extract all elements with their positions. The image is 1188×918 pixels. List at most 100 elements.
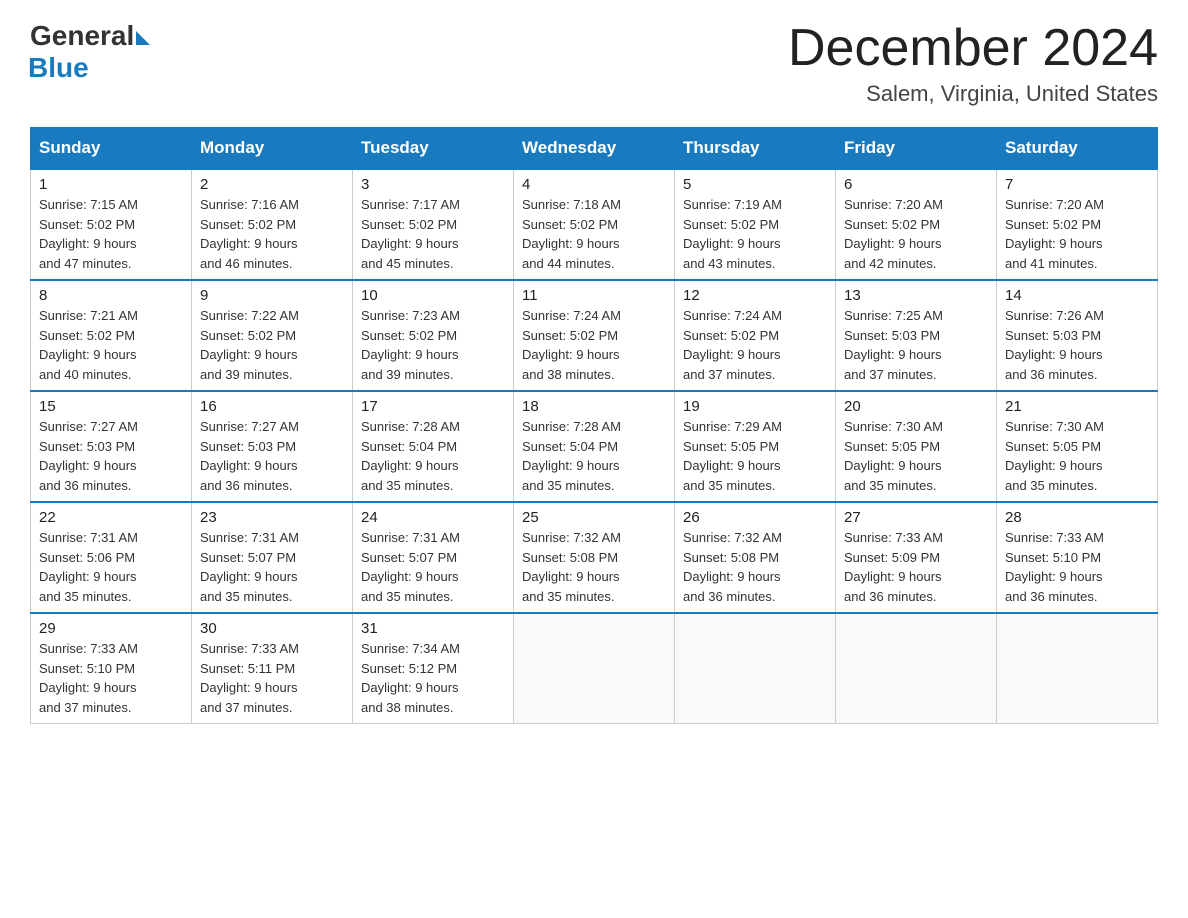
calendar-cell: 31 Sunrise: 7:34 AM Sunset: 5:12 PM Dayl… [353, 613, 514, 724]
day-number: 17 [361, 398, 505, 415]
day-info: Sunrise: 7:25 AM Sunset: 5:03 PM Dayligh… [844, 306, 988, 384]
day-number: 31 [361, 620, 505, 637]
calendar-cell: 23 Sunrise: 7:31 AM Sunset: 5:07 PM Dayl… [192, 502, 353, 613]
day-info: Sunrise: 7:34 AM Sunset: 5:12 PM Dayligh… [361, 639, 505, 717]
title-block: December 2024 Salem, Virginia, United St… [788, 20, 1158, 107]
day-number: 25 [522, 509, 666, 526]
day-info: Sunrise: 7:33 AM Sunset: 5:10 PM Dayligh… [39, 639, 183, 717]
day-number: 15 [39, 398, 183, 415]
day-info: Sunrise: 7:19 AM Sunset: 5:02 PM Dayligh… [683, 195, 827, 273]
calendar-cell: 10 Sunrise: 7:23 AM Sunset: 5:02 PM Dayl… [353, 280, 514, 391]
day-info: Sunrise: 7:20 AM Sunset: 5:02 PM Dayligh… [844, 195, 988, 273]
day-number: 2 [200, 176, 344, 193]
day-number: 23 [200, 509, 344, 526]
calendar-cell: 14 Sunrise: 7:26 AM Sunset: 5:03 PM Dayl… [997, 280, 1158, 391]
header-sunday: Sunday [31, 128, 192, 170]
day-info: Sunrise: 7:21 AM Sunset: 5:02 PM Dayligh… [39, 306, 183, 384]
day-info: Sunrise: 7:20 AM Sunset: 5:02 PM Dayligh… [1005, 195, 1149, 273]
calendar-cell: 24 Sunrise: 7:31 AM Sunset: 5:07 PM Dayl… [353, 502, 514, 613]
calendar-cell: 1 Sunrise: 7:15 AM Sunset: 5:02 PM Dayli… [31, 169, 192, 280]
calendar-week-row: 1 Sunrise: 7:15 AM Sunset: 5:02 PM Dayli… [31, 169, 1158, 280]
day-info: Sunrise: 7:28 AM Sunset: 5:04 PM Dayligh… [361, 417, 505, 495]
day-info: Sunrise: 7:16 AM Sunset: 5:02 PM Dayligh… [200, 195, 344, 273]
day-info: Sunrise: 7:33 AM Sunset: 5:11 PM Dayligh… [200, 639, 344, 717]
day-info: Sunrise: 7:30 AM Sunset: 5:05 PM Dayligh… [1005, 417, 1149, 495]
day-info: Sunrise: 7:26 AM Sunset: 5:03 PM Dayligh… [1005, 306, 1149, 384]
calendar-header-row: SundayMondayTuesdayWednesdayThursdayFrid… [31, 128, 1158, 170]
calendar-cell [514, 613, 675, 724]
day-number: 26 [683, 509, 827, 526]
calendar-cell: 13 Sunrise: 7:25 AM Sunset: 5:03 PM Dayl… [836, 280, 997, 391]
calendar-week-row: 8 Sunrise: 7:21 AM Sunset: 5:02 PM Dayli… [31, 280, 1158, 391]
header-friday: Friday [836, 128, 997, 170]
day-number: 28 [1005, 509, 1149, 526]
calendar-cell: 26 Sunrise: 7:32 AM Sunset: 5:08 PM Dayl… [675, 502, 836, 613]
header-tuesday: Tuesday [353, 128, 514, 170]
day-info: Sunrise: 7:29 AM Sunset: 5:05 PM Dayligh… [683, 417, 827, 495]
day-info: Sunrise: 7:32 AM Sunset: 5:08 PM Dayligh… [522, 528, 666, 606]
calendar-cell: 15 Sunrise: 7:27 AM Sunset: 5:03 PM Dayl… [31, 391, 192, 502]
day-number: 5 [683, 176, 827, 193]
logo-blue-text: Blue [28, 52, 89, 84]
day-info: Sunrise: 7:33 AM Sunset: 5:10 PM Dayligh… [1005, 528, 1149, 606]
day-info: Sunrise: 7:31 AM Sunset: 5:06 PM Dayligh… [39, 528, 183, 606]
day-info: Sunrise: 7:27 AM Sunset: 5:03 PM Dayligh… [200, 417, 344, 495]
day-number: 29 [39, 620, 183, 637]
calendar-cell: 25 Sunrise: 7:32 AM Sunset: 5:08 PM Dayl… [514, 502, 675, 613]
calendar-cell: 21 Sunrise: 7:30 AM Sunset: 5:05 PM Dayl… [997, 391, 1158, 502]
calendar-cell: 6 Sunrise: 7:20 AM Sunset: 5:02 PM Dayli… [836, 169, 997, 280]
day-info: Sunrise: 7:31 AM Sunset: 5:07 PM Dayligh… [361, 528, 505, 606]
day-number: 6 [844, 176, 988, 193]
calendar-cell: 22 Sunrise: 7:31 AM Sunset: 5:06 PM Dayl… [31, 502, 192, 613]
header-saturday: Saturday [997, 128, 1158, 170]
logo-general-text: General [30, 20, 134, 52]
calendar-table: SundayMondayTuesdayWednesdayThursdayFrid… [30, 127, 1158, 724]
day-number: 13 [844, 287, 988, 304]
day-info: Sunrise: 7:23 AM Sunset: 5:02 PM Dayligh… [361, 306, 505, 384]
day-number: 19 [683, 398, 827, 415]
calendar-week-row: 29 Sunrise: 7:33 AM Sunset: 5:10 PM Dayl… [31, 613, 1158, 724]
day-number: 22 [39, 509, 183, 526]
calendar-cell [997, 613, 1158, 724]
calendar-cell: 5 Sunrise: 7:19 AM Sunset: 5:02 PM Dayli… [675, 169, 836, 280]
day-number: 4 [522, 176, 666, 193]
calendar-cell: 20 Sunrise: 7:30 AM Sunset: 5:05 PM Dayl… [836, 391, 997, 502]
calendar-cell: 2 Sunrise: 7:16 AM Sunset: 5:02 PM Dayli… [192, 169, 353, 280]
day-info: Sunrise: 7:17 AM Sunset: 5:02 PM Dayligh… [361, 195, 505, 273]
calendar-cell: 19 Sunrise: 7:29 AM Sunset: 5:05 PM Dayl… [675, 391, 836, 502]
logo-top: General [30, 20, 150, 52]
day-number: 27 [844, 509, 988, 526]
header-wednesday: Wednesday [514, 128, 675, 170]
calendar-cell: 18 Sunrise: 7:28 AM Sunset: 5:04 PM Dayl… [514, 391, 675, 502]
day-number: 16 [200, 398, 344, 415]
month-title: December 2024 [788, 20, 1158, 77]
header-monday: Monday [192, 128, 353, 170]
day-number: 20 [844, 398, 988, 415]
logo: General Blue [30, 20, 150, 84]
calendar-cell: 30 Sunrise: 7:33 AM Sunset: 5:11 PM Dayl… [192, 613, 353, 724]
day-number: 18 [522, 398, 666, 415]
day-info: Sunrise: 7:31 AM Sunset: 5:07 PM Dayligh… [200, 528, 344, 606]
day-info: Sunrise: 7:24 AM Sunset: 5:02 PM Dayligh… [683, 306, 827, 384]
day-info: Sunrise: 7:18 AM Sunset: 5:02 PM Dayligh… [522, 195, 666, 273]
day-info: Sunrise: 7:22 AM Sunset: 5:02 PM Dayligh… [200, 306, 344, 384]
calendar-cell: 16 Sunrise: 7:27 AM Sunset: 5:03 PM Dayl… [192, 391, 353, 502]
day-number: 3 [361, 176, 505, 193]
day-number: 7 [1005, 176, 1149, 193]
page-header: General Blue December 2024 Salem, Virgin… [30, 20, 1158, 107]
calendar-cell: 3 Sunrise: 7:17 AM Sunset: 5:02 PM Dayli… [353, 169, 514, 280]
calendar-week-row: 15 Sunrise: 7:27 AM Sunset: 5:03 PM Dayl… [31, 391, 1158, 502]
day-info: Sunrise: 7:24 AM Sunset: 5:02 PM Dayligh… [522, 306, 666, 384]
calendar-cell: 27 Sunrise: 7:33 AM Sunset: 5:09 PM Dayl… [836, 502, 997, 613]
calendar-cell [836, 613, 997, 724]
day-number: 9 [200, 287, 344, 304]
day-number: 8 [39, 287, 183, 304]
day-number: 14 [1005, 287, 1149, 304]
day-info: Sunrise: 7:30 AM Sunset: 5:05 PM Dayligh… [844, 417, 988, 495]
calendar-cell: 8 Sunrise: 7:21 AM Sunset: 5:02 PM Dayli… [31, 280, 192, 391]
calendar-week-row: 22 Sunrise: 7:31 AM Sunset: 5:06 PM Dayl… [31, 502, 1158, 613]
calendar-cell: 11 Sunrise: 7:24 AM Sunset: 5:02 PM Dayl… [514, 280, 675, 391]
day-number: 24 [361, 509, 505, 526]
day-info: Sunrise: 7:33 AM Sunset: 5:09 PM Dayligh… [844, 528, 988, 606]
calendar-cell [675, 613, 836, 724]
